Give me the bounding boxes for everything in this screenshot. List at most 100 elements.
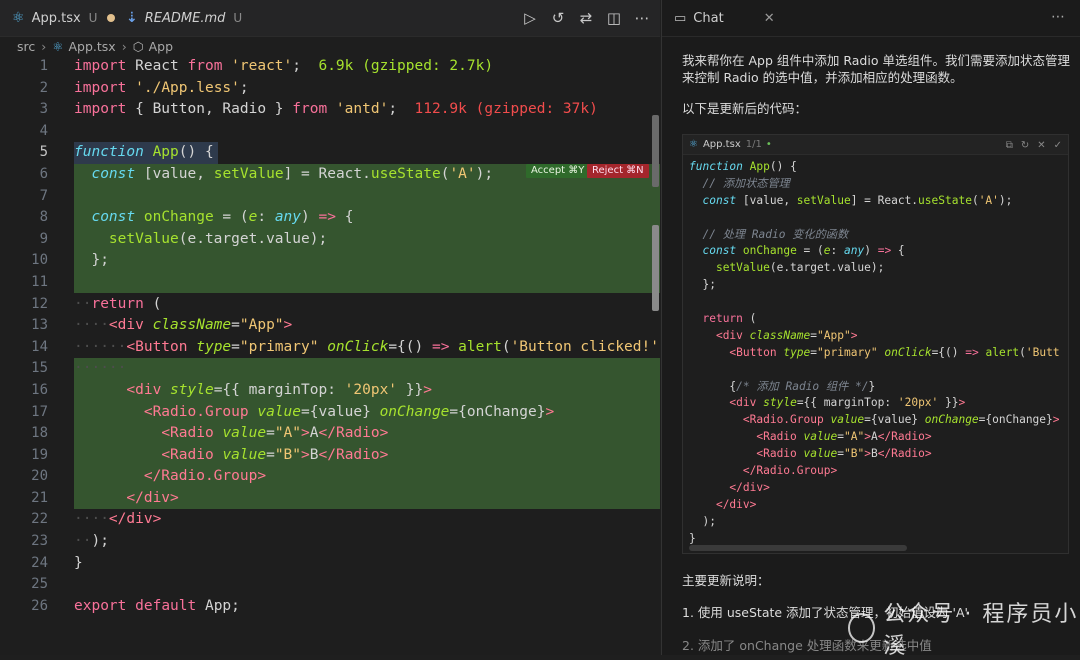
code-line: {/* 添加 Radio 组件 */}: [689, 379, 876, 393]
unsaved-dot-icon: [107, 14, 116, 22]
code-line: <Radio.Group value={value} onChange={onC…: [742, 413, 1060, 427]
line-number: 15: [31, 360, 48, 377]
watermark-text: 公众号 · 程序员小溪: [883, 602, 1079, 659]
code-line: }: [74, 554, 83, 571]
breadcrumb-item-symbol[interactable]: App: [149, 39, 173, 54]
line-number: 13: [31, 317, 48, 334]
code-line: const onChange = (e: any) => {: [702, 244, 905, 258]
code-card-page: 1/1: [745, 139, 762, 150]
code-line: <div className="App">: [715, 328, 858, 342]
scrollbar-thumb[interactable]: [652, 225, 659, 311]
chat-message-intro: 我来帮你在 App 组件中添加 Radio 单选组件。我们需要添加状态管理来控制…: [682, 53, 1070, 85]
code-line: );: [689, 514, 716, 528]
compare-icon[interactable]: ⇄: [578, 9, 594, 27]
line-number: 5: [39, 144, 48, 161]
breadcrumb-item-file[interactable]: App.tsx: [68, 39, 115, 54]
code-line: setValue(e.target.value);: [108, 230, 328, 247]
chat-summary-title: 主要更新说明：: [682, 573, 770, 588]
code-line: const onChange = (e: any) => {: [91, 209, 354, 226]
line-number: 10: [31, 252, 48, 269]
code-line: ······<Button type="primary" onClick={()…: [74, 338, 676, 355]
code-line: ··return (: [74, 295, 162, 312]
react-icon: ⚛: [689, 139, 698, 150]
code-line: </Radio.Group>: [742, 464, 838, 478]
breadcrumb-item-src[interactable]: src: [17, 39, 35, 54]
tab-label: README.md: [144, 10, 226, 26]
line-number: 9: [39, 230, 48, 247]
chevron-right-icon: ›: [121, 38, 127, 54]
code-line: </div>: [715, 497, 757, 511]
code-line: function App() {: [689, 160, 797, 173]
code-line: ····</div>: [74, 511, 162, 528]
more-icon[interactable]: ⋯: [634, 9, 650, 27]
code-card-body[interactable]: function App() { // 添加状态管理 const [value,…: [689, 159, 1060, 547]
code-line: ····<div className="App">: [74, 317, 293, 334]
apply-check-icon[interactable]: ✓: [1054, 140, 1062, 151]
code-line: </div>: [729, 480, 770, 494]
import-size-hint: 6.9k (gzipped: 2.7k): [318, 58, 494, 74]
run-icon[interactable]: ▷: [522, 9, 538, 27]
watermark: 公众号 · 程序员小溪: [848, 596, 1080, 660]
code-editor[interactable]: import React from 'react'; 6.9k (gzipped…: [74, 56, 676, 617]
scrollbar-thumb[interactable]: [652, 115, 659, 187]
line-number: 12: [31, 295, 48, 312]
split-editor-icon[interactable]: ◫: [606, 9, 622, 27]
code-line: };: [74, 252, 109, 269]
markdown-icon: ⇣: [126, 10, 138, 26]
code-card-filename: App.tsx: [702, 139, 741, 150]
react-icon: ⚛: [12, 10, 25, 26]
line-number: 25: [31, 576, 48, 593]
line-number: 11: [31, 273, 48, 290]
code-line: const [value, setValue] = React.useState…: [702, 193, 1013, 207]
breadcrumb: src › ⚛ App.tsx › ⬡ App: [0, 36, 660, 56]
line-number: 20: [31, 468, 48, 485]
reject-button[interactable]: Reject ⌘N: [587, 164, 649, 178]
close-icon[interactable]: ✕: [764, 11, 775, 26]
symbol-icon: ⬡: [132, 38, 144, 54]
code-line: setValue(e.target.value);: [715, 261, 885, 275]
code-line: <Radio value="A">A</Radio>: [161, 425, 389, 442]
code-line: </div>: [126, 489, 179, 506]
line-number: 6: [39, 165, 48, 182]
more-icon[interactable]: ⋯: [1051, 9, 1065, 25]
code-line: // 处理 Radio 变化的函数: [702, 227, 849, 241]
reject-icon[interactable]: ✕: [1037, 140, 1045, 151]
wechat-icon: [848, 613, 876, 643]
line-number: 17: [31, 403, 48, 420]
code-line: </Radio.Group>: [143, 468, 267, 485]
line-number: 22: [31, 511, 48, 528]
accept-button[interactable]: Accept ⌘Y: [526, 164, 590, 178]
code-line: import './App.less';: [74, 79, 249, 96]
code-line: ··);: [74, 533, 109, 550]
line-number: 24: [31, 554, 48, 571]
chat-message-code-intro: 以下是更新后的代码：: [682, 101, 808, 116]
status-dot-icon: •: [765, 139, 772, 150]
tab-status: U: [88, 11, 98, 25]
code-line: <Button type="primary" onClick={() => al…: [729, 345, 1060, 359]
code-line: <Radio value="B">B</Radio>: [756, 447, 932, 461]
code-card-actions: ⧉ ↻ ✕ ✓: [1006, 135, 1062, 155]
tab-chat[interactable]: ▭ Chat ✕: [674, 0, 775, 36]
line-number: 26: [31, 597, 48, 614]
chat-tab-bar: ▭ Chat ✕ ⋯: [662, 0, 1080, 37]
code-line: };: [689, 278, 716, 292]
tab-readme-md[interactable]: ⇣ README.md U: [126, 0, 242, 36]
line-number: 19: [31, 446, 48, 463]
tab-app-tsx[interactable]: ⚛ App.tsx U: [12, 0, 116, 36]
copy-icon[interactable]: ⧉: [1006, 140, 1013, 151]
horizontal-scrollbar[interactable]: [689, 545, 907, 551]
react-icon: ⚛: [52, 38, 64, 54]
line-number: 23: [31, 533, 48, 550]
history-icon[interactable]: ↺: [550, 9, 566, 27]
code-line: <Radio.Group value={value} onChange={onC…: [143, 403, 555, 420]
line-number: 18: [31, 425, 48, 442]
line-number: 14: [31, 338, 48, 355]
code-line: <div style={{ marginTop: '20px' }}>: [126, 381, 432, 398]
editor-actions: ▷ ↺ ⇄ ◫ ⋯: [522, 0, 650, 36]
refresh-icon[interactable]: ↻: [1021, 140, 1029, 151]
